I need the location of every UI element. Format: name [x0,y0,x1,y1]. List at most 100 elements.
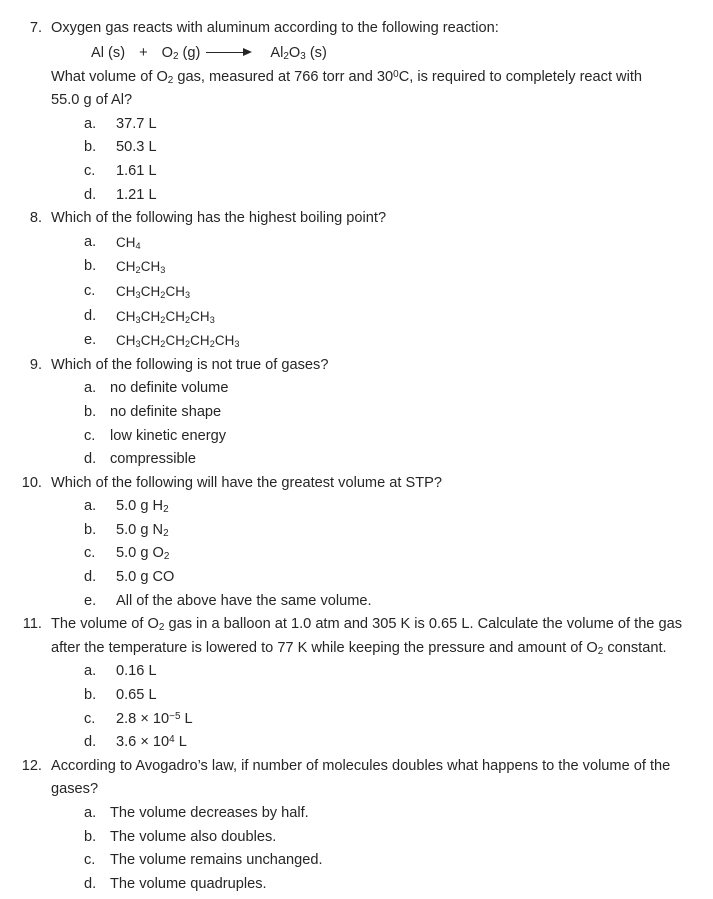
question-8: 8. Which of the following has the highes… [6,207,707,354]
choice-text: 2.8 × 10−5 L [116,710,193,727]
choice-text: 0.65 L [116,687,157,704]
choice-letter: b. [84,828,97,845]
question-7-number: 7. [29,20,42,36]
choice-letter: c. [84,162,96,179]
question-9-prompt: 9. Which of the following is not true of… [6,354,707,378]
question-8-prompt: 8. Which of the following has the highes… [6,207,707,231]
question-7-equation: Al (s) + O2 (g) Al2O3 (s) [6,41,707,66]
reaction-arrow-icon [206,47,253,58]
choice-text: 5.0 g O2 [116,545,170,563]
question-8-text: Which of the following has the highest b… [51,210,387,227]
choice-letter: c. [84,710,96,727]
question-8-choices: a. CH4 b. CH2CH3 c. CH3CH2CH3 d. CH3CH2CH2CH… [6,231,707,354]
choice-item[interactable]: a. no definite volume [6,377,707,401]
choice-item[interactable]: c. 5.0 g O2 [6,542,707,566]
choice-text: The volume remains unchanged. [110,852,323,869]
choice-item[interactable]: e. All of the above have the same volume. [6,590,707,614]
choice-letter: a. [84,663,97,680]
choice-letter: b. [84,687,97,704]
choice-text: 5.0 g CO [116,569,175,586]
choice-item[interactable]: c. 2.8 × 10−5 L [6,708,707,732]
choice-item[interactable]: d. The volume quadruples. [6,873,707,897]
question-8-number: 8. [29,210,42,227]
choice-text: 37.7 L [116,115,157,132]
choice-item[interactable]: a. 0.16 L [6,660,707,684]
choice-letter: a. [84,233,97,250]
question-7-body-line-2: 55.0 g of Al? [51,92,133,109]
question-11-text-line-2: after the temperature is lowered to 77 K… [51,639,667,658]
choice-letter: d. [84,186,97,203]
equation-plus-sign: + [139,44,148,61]
choice-item[interactable]: b. 50.3 L [6,136,707,160]
choice-letter: a. [84,498,97,515]
question-11-text-line-1: The volume of O2 gas in a balloon at 1.0… [51,616,683,634]
choice-item[interactable]: b. CH2CH3 [6,255,707,280]
question-9-choices: a. no definite volume b. no definite shape… [6,377,707,471]
quiz-page: 7. Oxygen gas reacts with aluminum accor… [0,0,713,899]
choice-item[interactable]: c. CH3CH2CH3 [6,280,707,305]
choice-letter: b. [84,403,97,420]
question-7-body-line-1: What volume of O2 gas, measured at 766 t… [51,68,643,86]
choice-text: The volume also doubles. [110,828,277,845]
question-10-prompt: 10. Which of the following will have the… [6,472,707,496]
choice-item[interactable]: a. 37.7 L [6,113,707,137]
choice-letter: a. [84,805,97,821]
choice-letter: e. [84,332,97,349]
choice-letter: d. [84,307,97,324]
choice-formula: CH4 [116,234,141,251]
choice-item[interactable]: d. CH3CH2CH2CH3 [6,305,707,330]
question-7-body: What volume of O2 gas, measured at 766 t… [6,66,707,113]
choice-item[interactable]: b. 0.65 L [6,684,707,708]
choice-letter: c. [84,427,96,444]
choice-item[interactable]: c. 1.61 L [6,160,707,184]
choice-item[interactable]: b. 5.0 g N2 [6,519,707,543]
choice-item[interactable]: d. compressible [6,448,707,472]
choice-formula: CH3CH2CH2CH3 [116,308,215,325]
question-9-text: Which of the following is not true of ga… [51,356,329,373]
question-11-number: 11. [22,616,42,633]
equation-reactant-aluminum: Al (s) [91,44,126,61]
question-10: 10. Which of the following will have the… [6,472,707,614]
choice-text: low kinetic energy [110,427,226,444]
choice-item[interactable]: d. 3.6 × 104 L [6,731,707,755]
choice-letter: d. [84,451,97,468]
choice-letter: b. [84,521,97,538]
equation-reactant-oxygen: O2 (g) [161,44,201,62]
choice-letter: c. [84,282,96,299]
choice-formula: CH2CH3 [116,259,166,276]
choice-item[interactable]: a. The volume decreases by half. [6,802,707,826]
choice-formula: CH3CH2CH2CH2CH3 [116,333,240,350]
choice-item[interactable]: d. 1.21 L [6,184,707,208]
question-9: 9. Which of the following is not true of… [6,354,707,472]
choice-item[interactable]: d. 5.0 g CO [6,566,707,590]
choice-letter: a. [84,380,97,397]
choice-item[interactable]: b. The volume also doubles. [6,826,707,850]
question-7: 7. Oxygen gas reacts with aluminum accor… [6,17,707,207]
question-11-choices: a. 0.16 L b. 0.65 L c. 2.8 × 10−5 L d. 3.6 ×… [6,660,707,754]
choice-item[interactable]: a. CH4 [6,231,707,256]
question-10-number: 10. [21,474,42,491]
choice-text: 0.16 L [116,663,157,680]
choice-text: 3.6 × 104 L [116,734,187,751]
question-7-prompt: 7. Oxygen gas reacts with aluminum accor… [6,17,707,41]
question-11-prompt: 11. The volume of O2 gas in a balloon at… [6,613,707,660]
choice-text: no definite shape [110,403,222,420]
question-12-choices: a. The volume decreases by half. b. The vo… [6,802,707,899]
choice-letter: d. [84,569,97,586]
choice-letter: b. [84,139,97,156]
choice-letter: b. [84,258,97,275]
choice-item[interactable]: b. no definite shape [6,401,707,425]
question-7-choices: a. 37.7 L b. 50.3 L c. 1.61 L d. 1.21 L [6,113,707,207]
choice-text: 1.21 L [116,186,157,203]
choice-item[interactable]: a. 5.0 g H2 [6,495,707,519]
choice-text: The volume quadruples. [110,875,267,892]
choice-item[interactable]: c. The volume remains unchanged. [6,849,707,873]
choice-letter: a. [84,115,97,132]
choice-letter: e. [84,592,97,609]
choice-text: The volume decreases by half. [110,805,309,821]
question-7-text: Oxygen gas reacts with aluminum accordin… [51,20,499,36]
choice-item[interactable]: c. low kinetic energy [6,425,707,449]
choice-letter: d. [84,734,97,751]
question-12-text-line-2: gases? [51,781,99,798]
choice-item[interactable]: e. CH3CH2CH2CH2CH3 [6,329,707,354]
